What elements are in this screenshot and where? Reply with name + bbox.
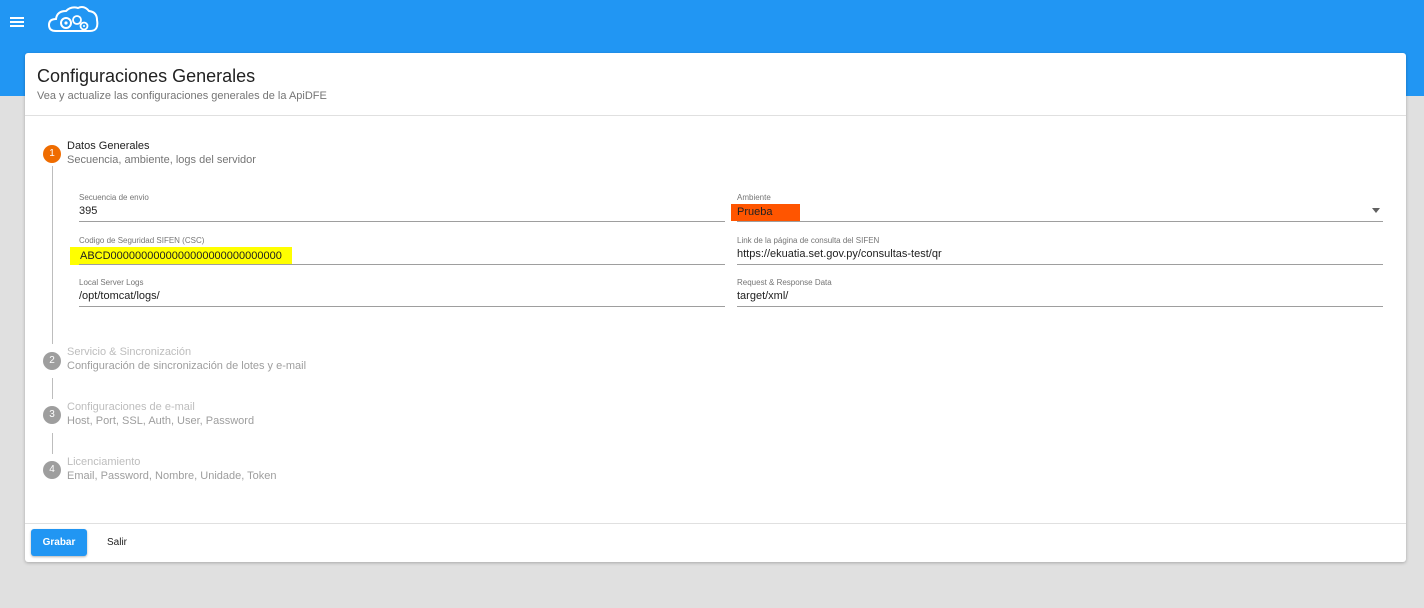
step-title: Configuraciones de e-mail [67,401,195,413]
field-label: Link de la página de consulta del SIFEN [737,236,880,245]
step-number: 4 [43,461,61,479]
logs-input[interactable]: /opt/tomcat/logs/ [79,289,160,303]
divider [25,115,1406,116]
step-number: 2 [43,352,61,370]
field-label: Secuencia de envio [79,193,149,202]
secuencia-field[interactable]: Secuencia de envio 395 [79,193,725,225]
link-input[interactable]: https://ekuatia.set.gov.py/consultas-tes… [737,247,942,261]
field-label: Codigo de Seguridad SIFEN (CSC) [79,236,205,245]
chevron-down-icon[interactable] [1372,208,1380,213]
step-title: Servicio & Sincronización [67,346,192,358]
field-label: Local Server Logs [79,278,144,287]
secuencia-input[interactable]: 395 [79,204,97,218]
ambiente-select[interactable]: Ambiente Prueba [731,193,1383,225]
step-title: Licenciamiento [67,456,141,468]
step-subtitle: Secuencia, ambiente, logs del servidor [67,154,256,166]
ambiente-value[interactable]: Prueba [731,204,801,221]
field-label: Request & Response Data [737,278,832,287]
step-title: Datos Generales [67,140,150,152]
link-field[interactable]: Link de la página de consulta del SIFEN … [737,236,1383,268]
settings-card: Configuraciones Generales Vea y actualiz… [25,53,1406,562]
step-subtitle: Host, Port, SSL, Auth, User, Password [67,415,255,427]
step-subtitle: Configuración de sincronización de lotes… [67,360,307,372]
csc-input[interactable]: ABCD0000000000000000000000000000 [70,247,292,265]
stepper-connector [52,433,53,454]
cloud-gears-logo [47,6,99,32]
step-number: 3 [43,406,61,424]
page-title: Configuraciones Generales [37,66,256,86]
salir-button[interactable]: Salir [97,529,137,556]
request-input[interactable]: target/xml/ [737,289,788,303]
step-subtitle: Email, Password, Nombre, Unidade, Token [67,470,277,482]
grabar-button[interactable]: Grabar [31,529,87,556]
logs-field[interactable]: Local Server Logs /opt/tomcat/logs/ [79,278,725,310]
stepper-connector [52,378,53,399]
field-label: Ambiente [737,193,771,202]
request-field[interactable]: Request & Response Data target/xml/ [737,278,1383,310]
menu-icon[interactable] [9,14,27,30]
step-number: 1 [43,145,61,163]
stepper-connector [52,166,53,344]
page-subtitle: Vea y actualize las configuraciones gene… [37,90,327,102]
csc-field[interactable]: Codigo de Seguridad SIFEN (CSC) ABCD0000… [70,236,725,268]
divider [25,523,1406,524]
